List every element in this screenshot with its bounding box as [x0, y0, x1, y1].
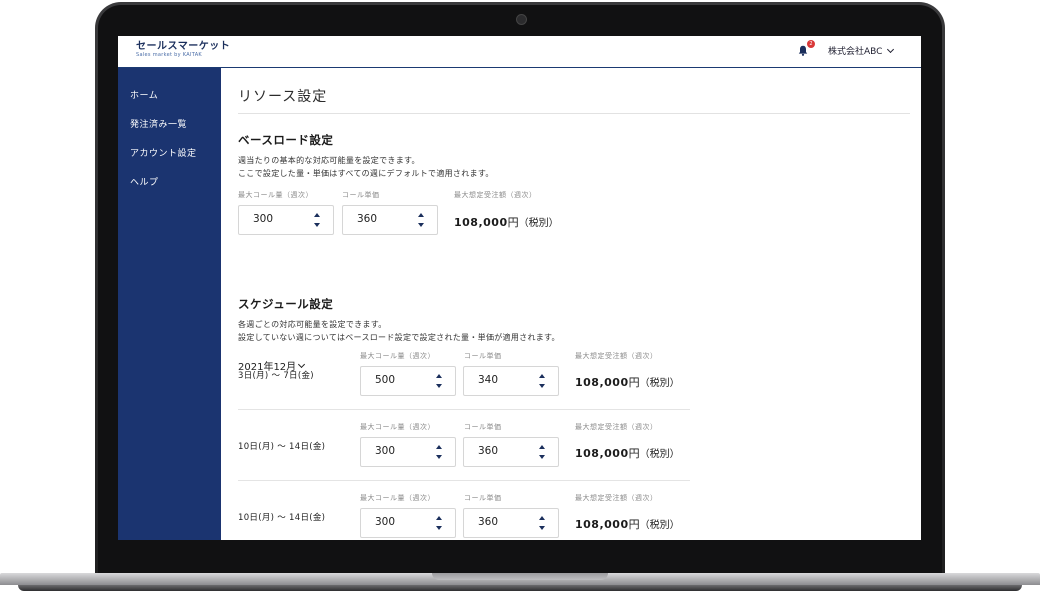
week-price-value: 340: [478, 374, 499, 386]
account-menu[interactable]: 株式会社ABC: [828, 44, 895, 57]
sidebar-item-orders[interactable]: 発注済み一覧: [130, 117, 187, 130]
week-calls-stepper[interactable]: 300: [360, 437, 456, 467]
currency-label: 円: [628, 518, 640, 531]
main-content: リソース設定 ベースロード設定 週当たりの基本的な対応可能量を設定できます。 こ…: [238, 68, 921, 540]
week-amount: 108,000円（税別）: [575, 445, 680, 461]
chevron-down-icon: [887, 45, 895, 53]
week-period: 3日(月) 〜 7日(金): [238, 371, 314, 381]
week-price-stepper[interactable]: 360: [463, 437, 559, 467]
spinner-arrows-icon[interactable]: [539, 445, 546, 459]
week-amount-value: 108,000: [575, 376, 629, 389]
logo[interactable]: セールスマーケット Sales market by KAITAK: [136, 41, 230, 59]
notification-badge: 2: [807, 40, 815, 48]
baseload-amount-value: 108,000: [454, 216, 508, 229]
sidebar-item-help[interactable]: ヘルプ: [130, 175, 159, 188]
baseload-price-stepper[interactable]: 360: [342, 205, 438, 235]
baseload-desc-2: ここで設定した量・単価はすべての週にデフォルトで適用されます。: [238, 169, 494, 178]
spinner-arrows-icon[interactable]: [436, 516, 443, 530]
bell-icon[interactable]: [798, 45, 808, 56]
row-price-label: コール単価: [464, 494, 502, 502]
top-bar: セールスマーケット Sales market by KAITAK 2 株式会社A…: [118, 36, 921, 68]
laptop-hinge-notch: [432, 573, 608, 580]
sidebar-item-home[interactable]: ホーム: [130, 88, 158, 101]
baseload-calls-stepper[interactable]: 300: [238, 205, 334, 235]
row-price-label: コール単価: [464, 352, 502, 360]
tax-note: （税別）: [639, 520, 680, 531]
row-calls-label: 最大コール量（週次）: [360, 423, 435, 431]
currency-label: 円: [628, 376, 640, 389]
logo-main-text: セールスマーケット: [136, 41, 231, 52]
account-name: 株式会社ABC: [828, 47, 883, 57]
baseload-amount: 108,000円（税別）: [454, 214, 559, 230]
laptop-base-bottom: [18, 585, 1022, 591]
row-amount-label: 最大想定受注額（週次）: [575, 494, 658, 502]
row-amount-label: 最大想定受注額（週次）: [575, 352, 658, 360]
baseload-price-value: 360: [357, 213, 378, 225]
spinner-arrows-icon[interactable]: [539, 374, 546, 388]
week-price-stepper[interactable]: 340: [463, 366, 559, 396]
week-price-value: 360: [478, 445, 499, 457]
week-calls-value: 500: [375, 374, 396, 386]
week-calls-stepper[interactable]: 300: [360, 508, 456, 538]
sidebar-item-account-settings[interactable]: アカウント設定: [130, 146, 197, 159]
week-amount: 108,000円（税別）: [575, 516, 680, 532]
row-divider: [238, 409, 690, 410]
chevron-down-icon: [298, 360, 306, 368]
logo-sub-text: Sales market by KAITAK: [136, 52, 203, 58]
baseload-desc-1: 週当たりの基本的な対応可能量を設定できます。: [238, 156, 420, 165]
baseload-calls-value: 300: [253, 213, 274, 225]
week-period: 10日(月) 〜 14日(金): [238, 442, 326, 452]
week-period: 10日(月) 〜 14日(金): [238, 513, 326, 523]
baseload-calls-label: 最大コール量（週次）: [238, 191, 313, 199]
divider: [238, 113, 910, 114]
baseload-heading: ベースロード設定: [238, 133, 334, 147]
week-amount-value: 108,000: [575, 447, 629, 460]
week-amount: 108,000円（税別）: [575, 374, 680, 390]
week-calls-value: 300: [375, 516, 396, 528]
spinner-arrows-icon[interactable]: [314, 213, 321, 227]
baseload-amount-label: 最大想定受注額（週次）: [454, 191, 537, 199]
currency-label: 円: [507, 216, 519, 229]
sidebar: ホーム 発注済み一覧 アカウント設定 ヘルプ: [118, 68, 221, 540]
tax-note: （税別）: [639, 449, 680, 460]
week-amount-value: 108,000: [575, 518, 629, 531]
row-price-label: コール単価: [464, 423, 502, 431]
schedule-desc-2: 設定していない週についてはベースロード設定で設定された量・単価が適用されます。: [238, 333, 560, 342]
week-calls-stepper[interactable]: 500: [360, 366, 456, 396]
spinner-arrows-icon[interactable]: [539, 516, 546, 530]
spinner-arrows-icon[interactable]: [436, 445, 443, 459]
week-calls-value: 300: [375, 445, 396, 457]
week-price-stepper[interactable]: 360: [463, 508, 559, 538]
currency-label: 円: [628, 447, 640, 460]
row-calls-label: 最大コール量（週次）: [360, 352, 435, 360]
row-divider: [238, 480, 690, 481]
spinner-arrows-icon[interactable]: [418, 213, 425, 227]
camera-icon: [516, 14, 527, 25]
schedule-heading: スケジュール設定: [238, 297, 334, 311]
schedule-desc-1: 各週ごとの対応可能量を設定できます。: [238, 320, 387, 329]
row-calls-label: 最大コール量（週次）: [360, 494, 435, 502]
spinner-arrows-icon[interactable]: [436, 374, 443, 388]
baseload-price-label: コール単価: [342, 191, 380, 199]
tax-note: （税別）: [639, 378, 680, 389]
week-price-value: 360: [478, 516, 499, 528]
app-screen: セールスマーケット Sales market by KAITAK 2 株式会社A…: [118, 36, 921, 540]
row-amount-label: 最大想定受注額（週次）: [575, 423, 658, 431]
tax-note: （税別）: [518, 218, 559, 229]
page-title: リソース設定: [238, 89, 328, 105]
